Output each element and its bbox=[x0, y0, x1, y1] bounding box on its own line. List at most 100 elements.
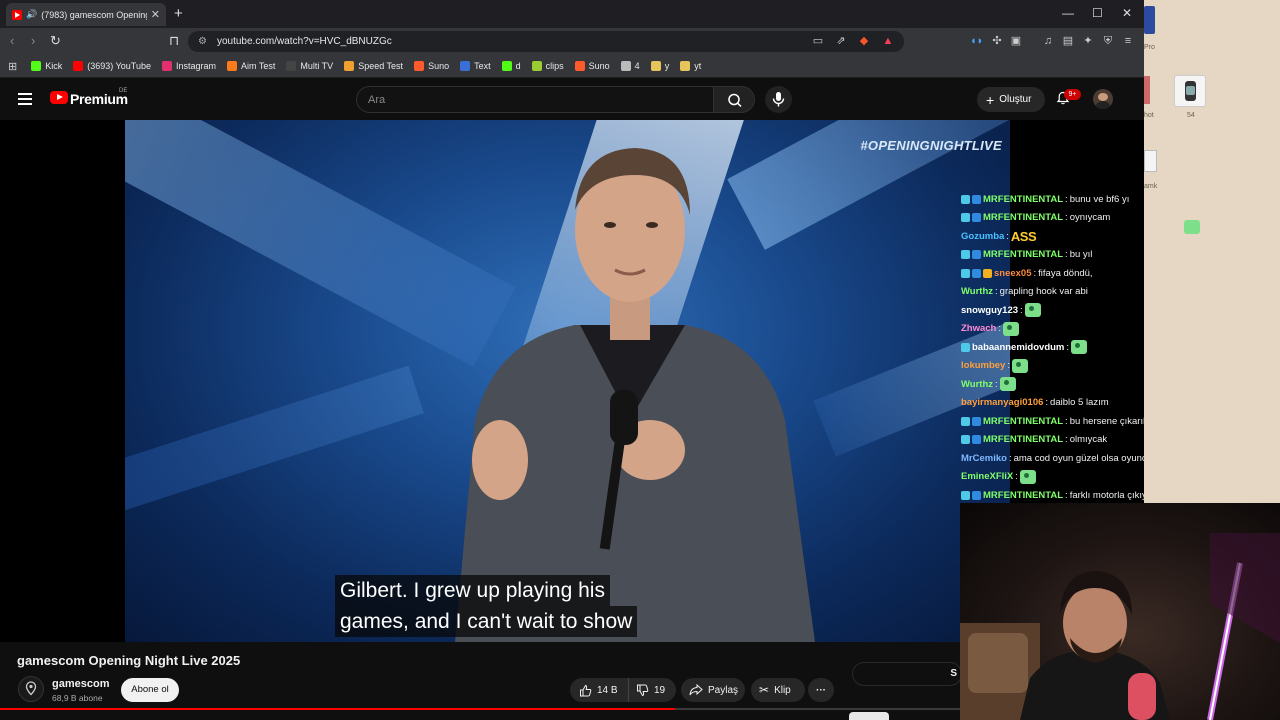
bookmark-item[interactable]: y bbox=[650, 61, 669, 71]
bookmark-favicon-icon bbox=[531, 61, 542, 71]
tab-close-icon[interactable]: ✕ bbox=[151, 8, 160, 21]
leo-ai-icon[interactable]: ✦ bbox=[1082, 35, 1094, 47]
cast-icon[interactable]: ▭ bbox=[812, 35, 824, 47]
watch-image-icon[interactable] bbox=[1174, 75, 1206, 107]
chat-username: MrCemiko bbox=[961, 452, 1007, 464]
speaker-icon: 🔊 bbox=[26, 9, 38, 19]
chat-separator: : bbox=[1065, 415, 1068, 427]
chat-message: babaannemidovdum: bbox=[961, 338, 1144, 357]
subscriber-count: 68,9 B abone bbox=[52, 693, 103, 703]
chat-emote-icon bbox=[1003, 321, 1020, 336]
browser-tab[interactable]: 🔊 (7983) gamescom Opening Ni ✕ bbox=[6, 3, 166, 26]
guide-menu-icon[interactable] bbox=[18, 93, 32, 105]
channel-name[interactable]: gamescom bbox=[52, 678, 109, 690]
browser-toolbar: ‹ › ↻ ⊓ ⚙ youtube.com/watch?v=HVC_dBNUZG… bbox=[0, 28, 1144, 55]
site-info-icon[interactable]: ⚙ bbox=[198, 36, 207, 47]
thumbs-down-icon bbox=[637, 684, 649, 696]
chat-username: babaannemidovdum bbox=[972, 341, 1065, 353]
back-icon[interactable]: ‹ bbox=[10, 34, 14, 48]
apps-grid-icon[interactable]: ⊞ bbox=[8, 60, 17, 73]
desktop-frog-icon[interactable] bbox=[1184, 220, 1200, 234]
brave-rewards-icon[interactable]: ▲ bbox=[882, 35, 894, 47]
chat-separator: : bbox=[1065, 212, 1068, 224]
bookmark-favicon-icon bbox=[460, 61, 471, 71]
youtube-logo-icon[interactable] bbox=[50, 91, 68, 104]
share-page-icon[interactable]: ⇗ bbox=[835, 35, 847, 47]
search-input[interactable]: Ara bbox=[356, 86, 714, 113]
bookmark-label: Text bbox=[474, 61, 491, 71]
desktop-document-icon[interactable] bbox=[1144, 150, 1157, 172]
desktop-label-54: 54 bbox=[1187, 112, 1195, 119]
clip-button[interactable]: ✂ Klip bbox=[751, 678, 805, 702]
youtube-favicon-icon bbox=[12, 9, 22, 20]
bookmark-item[interactable]: Speed Test bbox=[344, 61, 403, 71]
bookmark-favicon-icon bbox=[73, 61, 84, 71]
bookmark-item[interactable]: clips bbox=[531, 61, 564, 71]
chat-username: lokumbey bbox=[961, 360, 1006, 372]
create-button[interactable]: + Oluştur bbox=[977, 87, 1045, 112]
desktop-file-icon[interactable] bbox=[1144, 76, 1150, 104]
chat-separator: : bbox=[998, 323, 1002, 335]
chat-emote-icon bbox=[999, 377, 1016, 392]
side-search-box[interactable]: S bbox=[852, 662, 962, 686]
forward-icon[interactable]: › bbox=[31, 34, 35, 48]
extension-audio-icon[interactable]: ◖◗ bbox=[970, 35, 983, 47]
bookmark-label: Multi TV bbox=[300, 61, 334, 71]
menu-icon[interactable]: ≡ bbox=[1122, 35, 1134, 47]
stream-chat-overlay: MRFENTINENTAL: bunu ve bf6 yı MRFENTINENTA… bbox=[961, 190, 1144, 502]
bookmark-item[interactable]: yt bbox=[680, 61, 701, 71]
close-window-icon[interactable]: ✕ bbox=[1122, 6, 1132, 20]
bookmark-item[interactable]: (3693) YouTube bbox=[73, 61, 151, 71]
bookmark-item[interactable]: Kick bbox=[31, 61, 62, 71]
bookmark-icon[interactable]: ⊓ bbox=[169, 34, 179, 48]
video-frame[interactable]: #OPENINGNIGHTLIVE Gilbert. I grew up pla… bbox=[125, 120, 1010, 642]
bookmark-item[interactable]: Suno bbox=[414, 61, 449, 71]
more-actions-button[interactable]: ··· bbox=[808, 678, 834, 702]
chip-tab[interactable] bbox=[849, 712, 889, 720]
chat-separator: : bbox=[995, 286, 998, 298]
bookmark-item[interactable]: Aim Test bbox=[227, 61, 275, 71]
chat-text: daiblo 5 lazım bbox=[1050, 397, 1109, 409]
bookmark-item[interactable]: Suno bbox=[574, 61, 610, 71]
chat-separator: : bbox=[1065, 434, 1068, 446]
bookmarks-bar: ⊞ Kick (3693) YouTube Instagram Aim Test Mul… bbox=[0, 55, 1144, 78]
bookmark-item[interactable]: Instagram bbox=[161, 61, 216, 71]
voice-search-button[interactable] bbox=[765, 86, 792, 113]
url-text: youtube.com/watch?v=HVC_dBNUZGc bbox=[216, 36, 392, 47]
chat-username: MRFENTINENTAL bbox=[983, 212, 1064, 224]
chat-badge-icon bbox=[961, 490, 970, 500]
minimize-icon[interactable]: — bbox=[1062, 6, 1074, 20]
share-button[interactable]: Paylaş bbox=[681, 678, 745, 702]
avatar[interactable] bbox=[1093, 89, 1113, 109]
bookmark-item[interactable]: Text bbox=[460, 61, 491, 71]
extensions-icon[interactable]: ✣ bbox=[991, 35, 1003, 47]
reload-icon[interactable]: ↻ bbox=[50, 34, 61, 48]
tab-title: (7983) gamescom Opening Ni bbox=[41, 9, 147, 20]
chat-message: bayirmanyagi0106: daiblo 5 lazım bbox=[961, 394, 1144, 413]
chat-username: Wurthz bbox=[961, 286, 994, 298]
channel-avatar[interactable] bbox=[18, 676, 44, 702]
address-bar[interactable]: ⚙ youtube.com/watch?v=HVC_dBNUZGc bbox=[188, 31, 904, 52]
chat-message: lokumbey: bbox=[961, 357, 1144, 376]
bookmark-item[interactable]: d bbox=[501, 61, 521, 71]
desktop-app-icon[interactable] bbox=[1144, 6, 1155, 34]
media-icon[interactable]: ♫ bbox=[1042, 35, 1054, 47]
wallet-icon[interactable]: ▤ bbox=[1062, 35, 1074, 47]
like-button[interactable]: 14 B bbox=[570, 678, 629, 702]
bookmark-label: yt bbox=[694, 61, 702, 71]
subscribe-button[interactable]: Abone ol bbox=[121, 678, 179, 702]
brave-shield-icon[interactable]: ◆ bbox=[858, 35, 870, 47]
chat-text: ama cod oyun güzel olsa oyuncu kitlesi y… bbox=[1013, 452, 1144, 464]
search-button[interactable] bbox=[713, 86, 755, 113]
dislike-button[interactable]: 19 bbox=[629, 678, 665, 702]
video-title: gamescom Opening Night Live 2025 bbox=[17, 653, 241, 668]
bookmark-item[interactable]: 4 bbox=[620, 61, 640, 71]
desktop-label-amk: amk bbox=[1144, 183, 1158, 190]
chat-badge-icon bbox=[961, 435, 970, 445]
chat-emote-icon bbox=[1012, 358, 1028, 373]
bookmark-item[interactable]: Multi TV bbox=[286, 61, 333, 71]
vpn-icon[interactable]: ⛨ bbox=[1102, 35, 1114, 47]
maximize-icon[interactable]: ☐ bbox=[1092, 6, 1103, 20]
sidebar-icon[interactable]: ▣ bbox=[1010, 35, 1022, 47]
new-tab-icon[interactable]: + bbox=[174, 6, 183, 21]
